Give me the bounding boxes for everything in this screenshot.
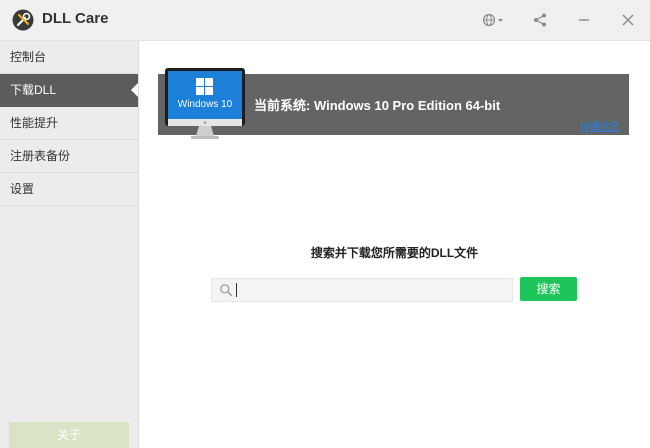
close-button[interactable] [617, 8, 639, 32]
globe-icon [482, 13, 503, 27]
share-button[interactable] [529, 8, 551, 32]
close-icon [622, 14, 634, 26]
minimize-icon [579, 19, 589, 21]
main-panel: Windows 10 当前系统: Windows 10 Pro Edition … [139, 41, 650, 448]
current-system-label: 当前系统: Windows 10 Pro Edition 64-bit [254, 98, 501, 113]
language-button[interactable] [480, 8, 506, 32]
sidebar: 控制台 下载DLL 性能提升 注册表备份 设置 关于 [0, 41, 139, 448]
magnifier-icon [220, 284, 233, 297]
search-button[interactable]: 搜索 [520, 277, 577, 301]
search-box[interactable] [211, 278, 513, 302]
search-input[interactable] [234, 280, 507, 300]
app-logo-icon [12, 9, 34, 31]
share-icon [534, 13, 546, 27]
sidebar-item-settings[interactable]: 设置 [0, 173, 138, 206]
about-button[interactable]: 关于 [9, 422, 129, 448]
monitor-label: Windows 10 [177, 99, 233, 110]
sidebar-item-registry-backup[interactable]: 注册表备份 [0, 140, 138, 173]
search-title: 搜索并下载您所需要的DLL文件 [310, 246, 479, 260]
detail-link[interactable]: 详细信息 [580, 118, 620, 133]
app-title: DLL Care [42, 10, 109, 27]
title-bar: DLL Care [0, 0, 650, 41]
minimize-button[interactable] [573, 8, 595, 32]
sidebar-item-download-dll[interactable]: 下载DLL [0, 74, 138, 107]
sidebar-item-console[interactable]: 控制台 [0, 41, 138, 74]
text-caret [236, 283, 237, 297]
app-window: DLL Care 控制台 下载DLL 性能提升 注册表备份 设置 关于 Wind… [0, 0, 650, 448]
sidebar-item-performance[interactable]: 性能提升 [0, 107, 138, 140]
